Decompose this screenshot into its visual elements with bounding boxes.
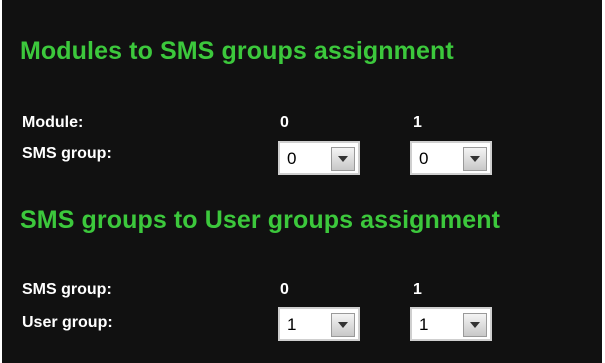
dropdown-button[interactable] [463, 147, 487, 171]
chevron-down-icon [470, 322, 480, 328]
user-group-row-label: User group: [22, 314, 113, 331]
select-value: 1 [287, 315, 297, 334]
dropdown-button[interactable] [463, 313, 487, 337]
user-group-select-sms-1[interactable]: 1 [410, 307, 492, 341]
select-value: 0 [419, 149, 429, 168]
section-title-sms-to-user-groups: SMS groups to User groups assignment [20, 206, 501, 234]
chevron-down-icon [470, 156, 480, 162]
sms-group-column-1: 1 [413, 281, 422, 298]
chevron-down-icon [338, 156, 348, 162]
sms-group-column-0: 0 [280, 281, 289, 298]
dropdown-button[interactable] [331, 313, 355, 337]
module-column-0: 0 [280, 114, 289, 131]
sms-group-row-label: SMS group: [22, 281, 112, 298]
section-title-modules-to-sms: Modules to SMS groups assignment [20, 37, 454, 65]
module-row-label: Module: [22, 114, 84, 131]
sms-group-row-label: SMS group: [22, 145, 112, 162]
settings-panel: Modules to SMS groups assignment Module:… [2, 0, 602, 363]
module-column-1: 1 [413, 114, 422, 131]
select-value: 1 [419, 315, 429, 334]
select-value: 0 [287, 149, 297, 168]
dropdown-button[interactable] [331, 147, 355, 171]
sms-group-select-module-0[interactable]: 0 [278, 141, 360, 175]
sms-group-select-module-1[interactable]: 0 [410, 141, 492, 175]
chevron-down-icon [338, 322, 348, 328]
user-group-select-sms-0[interactable]: 1 [278, 307, 360, 341]
